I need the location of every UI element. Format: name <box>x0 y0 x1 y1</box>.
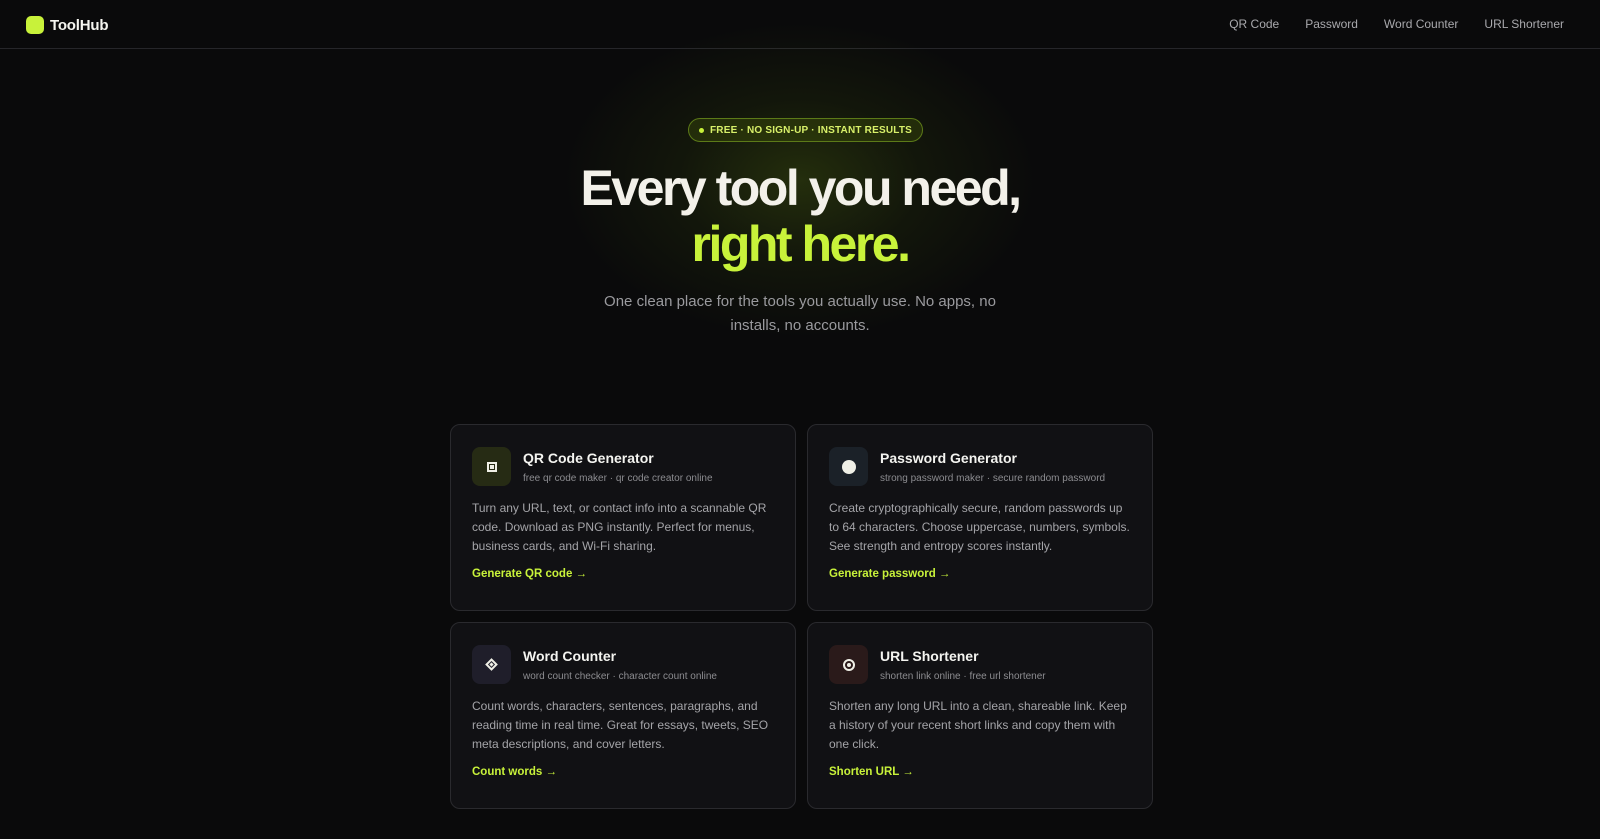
card-icon-box <box>472 447 511 486</box>
card-tags: strong password maker · secure random pa… <box>880 473 1106 484</box>
hero-title-line-1: Every tool you need, <box>580 160 1022 216</box>
card-title: Word Counter <box>523 648 617 664</box>
brand-name: ToolHub <box>50 16 109 34</box>
card-description: Turn any URL, text, or contact info into… <box>472 501 767 553</box>
count-words-link[interactable]: Count words → <box>472 766 557 778</box>
hero-subtitle: One clean place for the tools you actual… <box>604 293 996 334</box>
card-tags: word count checker · character count onl… <box>523 671 717 682</box>
shorten-url-link[interactable]: Shorten URL → <box>829 766 914 778</box>
card-description: Create cryptographically secure, random … <box>829 501 1130 553</box>
nav-link-qr-code[interactable]: QR Code <box>1229 17 1279 31</box>
card-icon-box <box>472 645 511 684</box>
card-title: URL Shortener <box>880 648 979 664</box>
nav-links: QR Code Password Word Counter URL Shorte… <box>1229 0 1564 48</box>
card-title: QR Code Generator <box>523 450 654 466</box>
card-tags: free qr code maker · qr code creator onl… <box>523 473 713 484</box>
target-icon <box>842 658 855 671</box>
tool-card-url-shortener[interactable]: URL Shortener shorten link online · free… <box>807 622 1153 809</box>
logo-icon <box>26 16 44 34</box>
card-description: Count words, characters, sentences, para… <box>472 699 769 751</box>
card-tags: shorten link online · free url shortener <box>880 671 1046 682</box>
top-nav: ToolHub QR Code Password Word Counter UR… <box>0 0 1600 49</box>
nav-link-word-counter[interactable]: Word Counter <box>1384 17 1458 31</box>
hero-title-line-2: right here. <box>691 216 911 272</box>
tool-card-qr-code[interactable]: QR Code Generator free qr code maker · q… <box>450 424 796 611</box>
qr-icon <box>486 461 497 472</box>
card-title: Password Generator <box>880 450 1017 466</box>
badge-dot-icon <box>699 127 704 133</box>
card-icon-box <box>829 447 868 486</box>
hero-badge: FREE · NO SIGN-UP · INSTANT RESULTS <box>688 118 924 142</box>
badge-text: FREE · NO SIGN-UP · INSTANT RESULTS <box>710 124 913 136</box>
generate-qr-code-link[interactable]: Generate QR code → <box>472 568 587 580</box>
nav-link-url-shortener[interactable]: URL Shortener <box>1484 17 1564 31</box>
diamond-icon <box>485 658 498 671</box>
brand[interactable]: ToolHub <box>26 16 109 34</box>
nav-link-password[interactable]: Password <box>1305 17 1358 31</box>
tool-card-word-counter[interactable]: Word Counter word count checker · charac… <box>450 622 796 809</box>
hero-title: Every tool you need, right here. <box>0 160 1600 272</box>
generate-password-link[interactable]: Generate password → <box>829 568 950 580</box>
card-icon-box <box>829 645 868 684</box>
tool-card-password[interactable]: Password Generator strong password maker… <box>807 424 1153 611</box>
circle-icon <box>841 459 856 474</box>
card-description: Shorten any long URL into a clean, share… <box>829 699 1127 751</box>
